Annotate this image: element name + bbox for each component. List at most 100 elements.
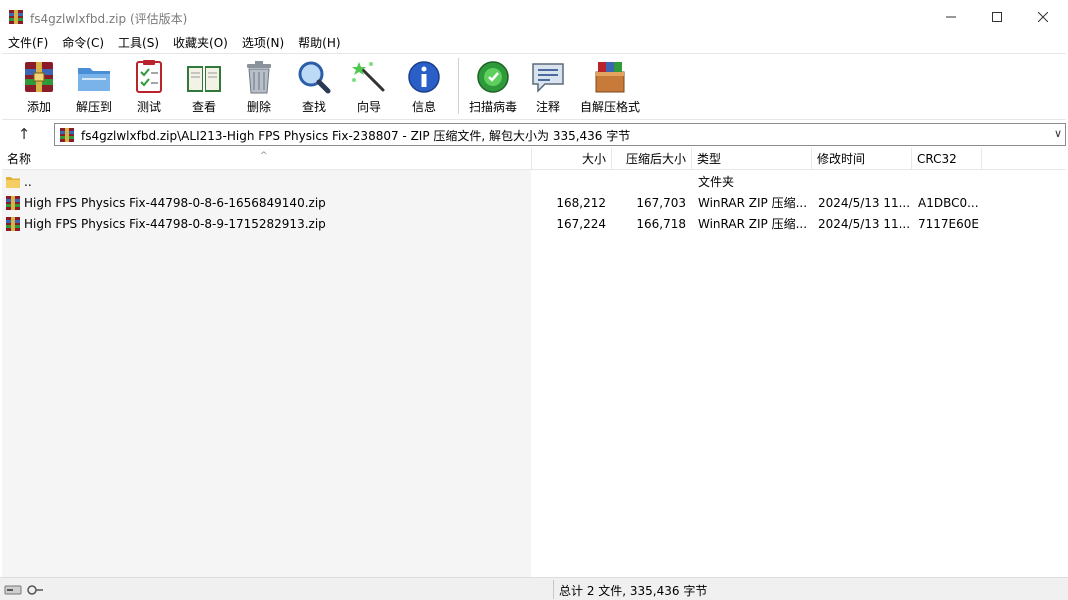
- view-book-icon: [187, 66, 221, 92]
- file-modified: [818, 172, 910, 193]
- virus-scan-label: 扫描病毒: [468, 100, 517, 114]
- column-header: 名称 ^ 大小 压缩后大小 类型 修改时间 CRC32: [2, 148, 1066, 170]
- menu-bar: 文件(F) 命令(C) 工具(S) 收藏夹(O) 选项(N) 帮助(H): [0, 34, 1068, 52]
- arrow-up-icon: ↑: [17, 125, 31, 143]
- file-packed-size: [612, 172, 686, 193]
- find-label: 查找: [301, 100, 326, 114]
- column-type-label: 类型: [697, 152, 722, 166]
- column-packed-label: 压缩后大小: [625, 152, 686, 166]
- file-list: 名称 ^ 大小 压缩后大小 类型 修改时间 CRC32 .. 文件夹 High …: [2, 148, 1066, 577]
- column-crc-label: CRC32: [917, 152, 957, 166]
- minimize-icon: [946, 16, 956, 18]
- wizard-label: 向导: [356, 100, 381, 114]
- wizard-wand-icon: [352, 62, 385, 92]
- status-summary: 总计 2 文件, 335,436 字节: [559, 584, 708, 598]
- virus-scan-button[interactable]: 扫描病毒: [465, 54, 521, 118]
- maximize-button[interactable]: [974, 0, 1020, 34]
- column-name-label: 名称: [7, 152, 32, 166]
- extract-to-button[interactable]: 解压到: [66, 54, 122, 118]
- sort-ascending-icon: ^: [260, 151, 268, 161]
- maximize-icon: [992, 12, 1002, 22]
- file-crc: A1DBC0...: [918, 196, 979, 210]
- close-icon: [1038, 12, 1048, 22]
- menu-favorites[interactable]: 收藏夹(O): [169, 34, 232, 52]
- zip-archive-icon: [60, 128, 74, 142]
- file-modified: 2024/5/13 11...: [818, 217, 910, 231]
- test-button[interactable]: 测试: [122, 54, 176, 118]
- column-size[interactable]: 大小: [532, 148, 612, 170]
- toolbar-separator: [458, 58, 459, 114]
- magnifier-icon: [298, 61, 331, 94]
- address-bar[interactable]: fs4gzlwlxfbd.zip\ALI213-High FPS Physics…: [54, 123, 1066, 146]
- menu-help[interactable]: 帮助(H): [294, 34, 344, 52]
- view-label: 查看: [191, 100, 216, 114]
- test-label: 测试: [136, 100, 161, 114]
- view-button[interactable]: 查看: [176, 54, 232, 118]
- delete-button[interactable]: 删除: [232, 54, 286, 118]
- menu-file[interactable]: 文件(F): [4, 34, 52, 52]
- sfx-button[interactable]: 自解压格式: [575, 54, 645, 118]
- file-name: High FPS Physics Fix-44798-0-8-6-1656849…: [24, 196, 326, 210]
- info-button[interactable]: 信息: [396, 54, 452, 118]
- comment-label: 注释: [535, 100, 560, 114]
- file-name: ..: [24, 175, 32, 189]
- column-crc[interactable]: CRC32: [912, 148, 982, 170]
- sfx-box-icon: [595, 62, 625, 93]
- status-divider: [553, 580, 554, 599]
- table-row[interactable]: High FPS Physics Fix-44798-0-8-9-1715282…: [2, 214, 1066, 235]
- column-size-label: 大小: [581, 152, 606, 166]
- column-modified[interactable]: 修改时间: [812, 148, 912, 170]
- extract-to-label: 解压到: [75, 100, 112, 114]
- toolbar: 添加 解压到 测试 查看 删除 查找 向导 信息 扫描病毒 注释 自解压格式: [2, 53, 1066, 117]
- column-type[interactable]: 类型: [692, 148, 812, 170]
- address-row: ↑ fs4gzlwlxfbd.zip\ALI213-High FPS Physi…: [2, 119, 1066, 147]
- menu-commands[interactable]: 命令(C): [58, 34, 108, 52]
- file-packed-size: 166,718: [636, 217, 686, 231]
- menu-options[interactable]: 选项(N): [238, 34, 288, 52]
- file-modified: 2024/5/13 11...: [818, 196, 910, 210]
- file-packed-size: 167,703: [636, 196, 686, 210]
- zip-archive-icon: [6, 196, 20, 210]
- trash-icon: [247, 61, 271, 94]
- zip-archive-icon: [6, 217, 20, 231]
- window-title: fs4gzlwlxfbd.zip (评估版本): [30, 12, 188, 26]
- info-icon: [408, 61, 440, 93]
- chevron-down-icon[interactable]: ∨: [1054, 127, 1062, 140]
- up-folder-button[interactable]: ↑: [12, 123, 36, 145]
- table-row[interactable]: High FPS Physics Fix-44798-0-8-6-1656849…: [2, 193, 1066, 214]
- column-name[interactable]: 名称 ^: [2, 148, 532, 170]
- close-button[interactable]: [1020, 0, 1066, 34]
- file-size: 167,224: [556, 217, 606, 231]
- file-size: 168,212: [556, 196, 606, 210]
- find-button[interactable]: 查找: [286, 54, 342, 118]
- minimize-button[interactable]: [928, 0, 974, 34]
- sfx-label: 自解压格式: [579, 100, 640, 114]
- virus-scan-icon: [477, 61, 509, 93]
- file-type: WinRAR ZIP 压缩...: [698, 196, 808, 210]
- file-crc: 7117E60E: [918, 217, 979, 231]
- comment-button[interactable]: 注释: [521, 54, 575, 118]
- column-modified-label: 修改时间: [817, 152, 866, 166]
- add-button[interactable]: 添加: [12, 54, 66, 118]
- add-label: 添加: [26, 100, 51, 114]
- title-bar: fs4gzlwlxfbd.zip (评估版本): [0, 0, 1068, 34]
- add-archive-icon: [25, 62, 53, 92]
- test-icon: [136, 60, 162, 93]
- folder-icon: [6, 177, 20, 188]
- wizard-button[interactable]: 向导: [342, 54, 396, 118]
- info-label: 信息: [411, 100, 436, 114]
- table-row[interactable]: .. 文件夹: [2, 172, 1066, 193]
- drive-key-icon: [4, 585, 43, 595]
- column-packed[interactable]: 压缩后大小: [612, 148, 692, 170]
- file-type: 文件夹: [698, 175, 735, 189]
- extract-to-icon: [78, 68, 110, 91]
- menu-tools[interactable]: 工具(S): [114, 34, 163, 52]
- status-bar: 总计 2 文件, 335,436 字节: [0, 577, 1068, 600]
- address-path: fs4gzlwlxfbd.zip\ALI213-High FPS Physics…: [81, 129, 631, 143]
- delete-label: 删除: [246, 100, 271, 114]
- comment-icon: [532, 63, 564, 93]
- winrar-app-icon: [9, 10, 23, 24]
- file-name: High FPS Physics Fix-44798-0-8-9-1715282…: [24, 217, 326, 231]
- file-type: WinRAR ZIP 压缩...: [698, 217, 808, 231]
- file-crc: [918, 172, 984, 193]
